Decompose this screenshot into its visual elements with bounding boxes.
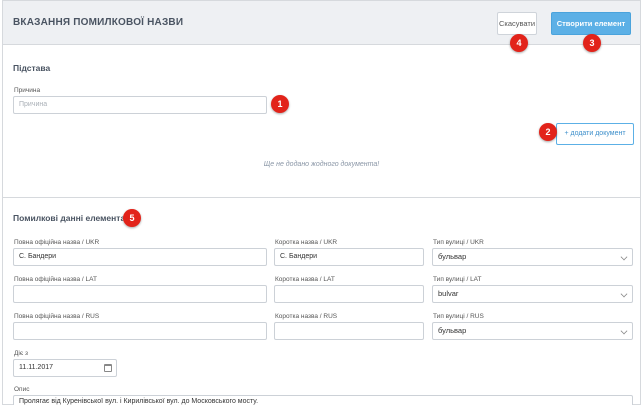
full-name-lat-input[interactable]: [13, 285, 267, 303]
reason-input[interactable]: Причина: [13, 96, 267, 114]
street-type-rus-select[interactable]: бульвар: [432, 322, 633, 340]
description-label: Опис: [14, 386, 30, 393]
valid-from-input[interactable]: 11.11.2017: [13, 359, 117, 377]
full-name-rus-label: Повна офіційна назва / RUS: [14, 313, 100, 320]
calendar-icon[interactable]: [104, 364, 112, 372]
street-type-lat-value: bulvar: [438, 289, 459, 298]
street-type-ukr-label: Тип вулиці / UKR: [433, 239, 484, 246]
full-name-ukr-label: Повна офіційна назва / UKR: [14, 239, 100, 246]
street-type-rus-label: Тип вулиці / RUS: [433, 313, 484, 320]
short-name-ukr-input[interactable]: С. Бандери: [274, 248, 424, 266]
create-element-button[interactable]: Створити елемент: [551, 12, 631, 35]
add-document-button[interactable]: + додати документ: [556, 123, 634, 145]
reason-label: Причина: [14, 87, 41, 94]
full-name-lat-label: Повна офіційна назва / LAT: [14, 276, 97, 283]
short-name-rus-input[interactable]: [274, 322, 424, 340]
street-type-lat-label: Тип вулиці / LAT: [433, 276, 482, 283]
chevron-down-icon: [620, 327, 628, 335]
annotation-badge-4: 4: [510, 34, 528, 52]
short-name-rus-label: Коротка назва / RUS: [275, 313, 338, 320]
annotation-badge-3: 3: [583, 34, 601, 52]
street-type-rus-value: бульвар: [438, 326, 467, 335]
form-panel: ВКАЗАННЯ ПОМИЛКОВОЇ НАЗВИ Скасувати Ство…: [2, 0, 641, 405]
basis-section-title: Підстава: [13, 63, 51, 73]
chevron-down-icon: [620, 253, 628, 261]
panel-header: ВКАЗАННЯ ПОМИЛКОВОЇ НАЗВИ Скасувати Ство…: [3, 1, 640, 45]
short-name-lat-input[interactable]: [274, 285, 424, 303]
annotation-badge-1: 1: [271, 95, 289, 113]
street-type-ukr-value: бульвар: [438, 252, 467, 261]
full-name-rus-input[interactable]: [13, 322, 267, 340]
valid-from-value: 11.11.2017: [19, 364, 53, 371]
erroneous-section-title: Помилкові данні елемента: [13, 213, 126, 223]
no-documents-message: Ще не додано жодного документа!: [263, 161, 380, 168]
page-title: ВКАЗАННЯ ПОМИЛКОВОЇ НАЗВИ: [13, 17, 184, 28]
chevron-down-icon: [620, 290, 628, 298]
annotation-badge-5: 5: [123, 209, 141, 227]
short-name-ukr-label: Коротка назва / UKR: [275, 239, 338, 246]
valid-from-label: Діє з: [14, 350, 28, 357]
annotation-badge-2: 2: [539, 123, 557, 141]
street-type-ukr-select[interactable]: бульвар: [432, 248, 633, 266]
description-textarea[interactable]: Пролягає від Куренівської вул. і Кирилів…: [13, 395, 633, 405]
cancel-button[interactable]: Скасувати: [497, 12, 537, 35]
short-name-lat-label: Коротка назва / LAT: [275, 276, 335, 283]
section-divider: [3, 197, 640, 198]
street-type-lat-select[interactable]: bulvar: [432, 285, 633, 303]
full-name-ukr-input[interactable]: С. Бандери: [13, 248, 267, 266]
